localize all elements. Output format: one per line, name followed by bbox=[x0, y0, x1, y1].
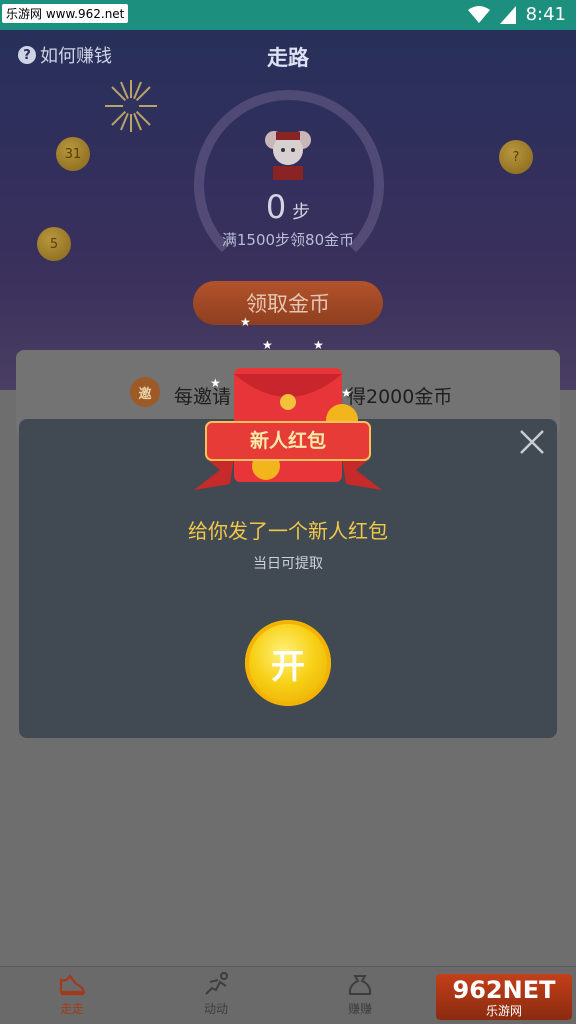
run-icon bbox=[205, 972, 228, 995]
site-watermark-logo: 962NET 乐游网 bbox=[436, 974, 572, 1020]
watermark-label: 乐游网 www.962.net bbox=[2, 4, 129, 23]
modal-title: 给你发了一个新人红包 bbox=[188, 519, 388, 543]
step-counter: 0步 bbox=[0, 188, 576, 226]
wifi-icon bbox=[467, 5, 490, 23]
close-icon[interactable] bbox=[518, 428, 546, 456]
step-unit: 步 bbox=[292, 202, 311, 223]
page-title: 走路 bbox=[267, 46, 309, 70]
sparkle-icon: ★ bbox=[210, 376, 221, 390]
mouse-mascot-icon bbox=[265, 131, 311, 180]
sparkle-icon: ★ bbox=[341, 386, 352, 400]
firework-icon bbox=[105, 80, 157, 132]
nav-move-label: 动动 bbox=[203, 1002, 228, 1016]
bubble-coin[interactable]: ? bbox=[499, 140, 533, 174]
clock: 8:41 bbox=[525, 4, 566, 25]
status-icons: 8:41 bbox=[467, 4, 566, 25]
nav-earn[interactable]: 赚赚 bbox=[330, 972, 390, 1017]
sparkle-icon: ★ bbox=[262, 338, 273, 352]
step-goal-text: 满1500步领80金币 bbox=[221, 231, 355, 249]
modal-subtitle: 当日可提取 bbox=[253, 556, 323, 572]
watermark-small: 乐游网 bbox=[485, 1003, 522, 1018]
nav-walk-label: 走走 bbox=[59, 1002, 84, 1016]
step-progress-ring bbox=[194, 90, 384, 280]
nav-move[interactable]: 动动 bbox=[186, 972, 246, 1017]
bubble-coin[interactable]: 31 bbox=[56, 137, 90, 171]
nav-earn-label: 赚赚 bbox=[347, 1002, 372, 1016]
nav-walk[interactable]: 走走 bbox=[42, 972, 102, 1017]
shoe-icon bbox=[59, 974, 86, 996]
money-bag-icon bbox=[348, 975, 372, 995]
sparkle-icon: ★ bbox=[313, 338, 324, 352]
redpacket-badge: 新人红包 bbox=[249, 430, 326, 452]
invite-icon: 邀 bbox=[130, 377, 160, 407]
sparkle-icon: ★ bbox=[240, 315, 251, 329]
claim-coins-button[interactable]: 领取金币 bbox=[193, 281, 383, 325]
watermark-big: 962NET bbox=[452, 975, 556, 1004]
open-redpacket-button[interactable]: 开 bbox=[245, 620, 331, 706]
signal-icon bbox=[499, 5, 516, 24]
step-count: 0 bbox=[265, 188, 287, 226]
